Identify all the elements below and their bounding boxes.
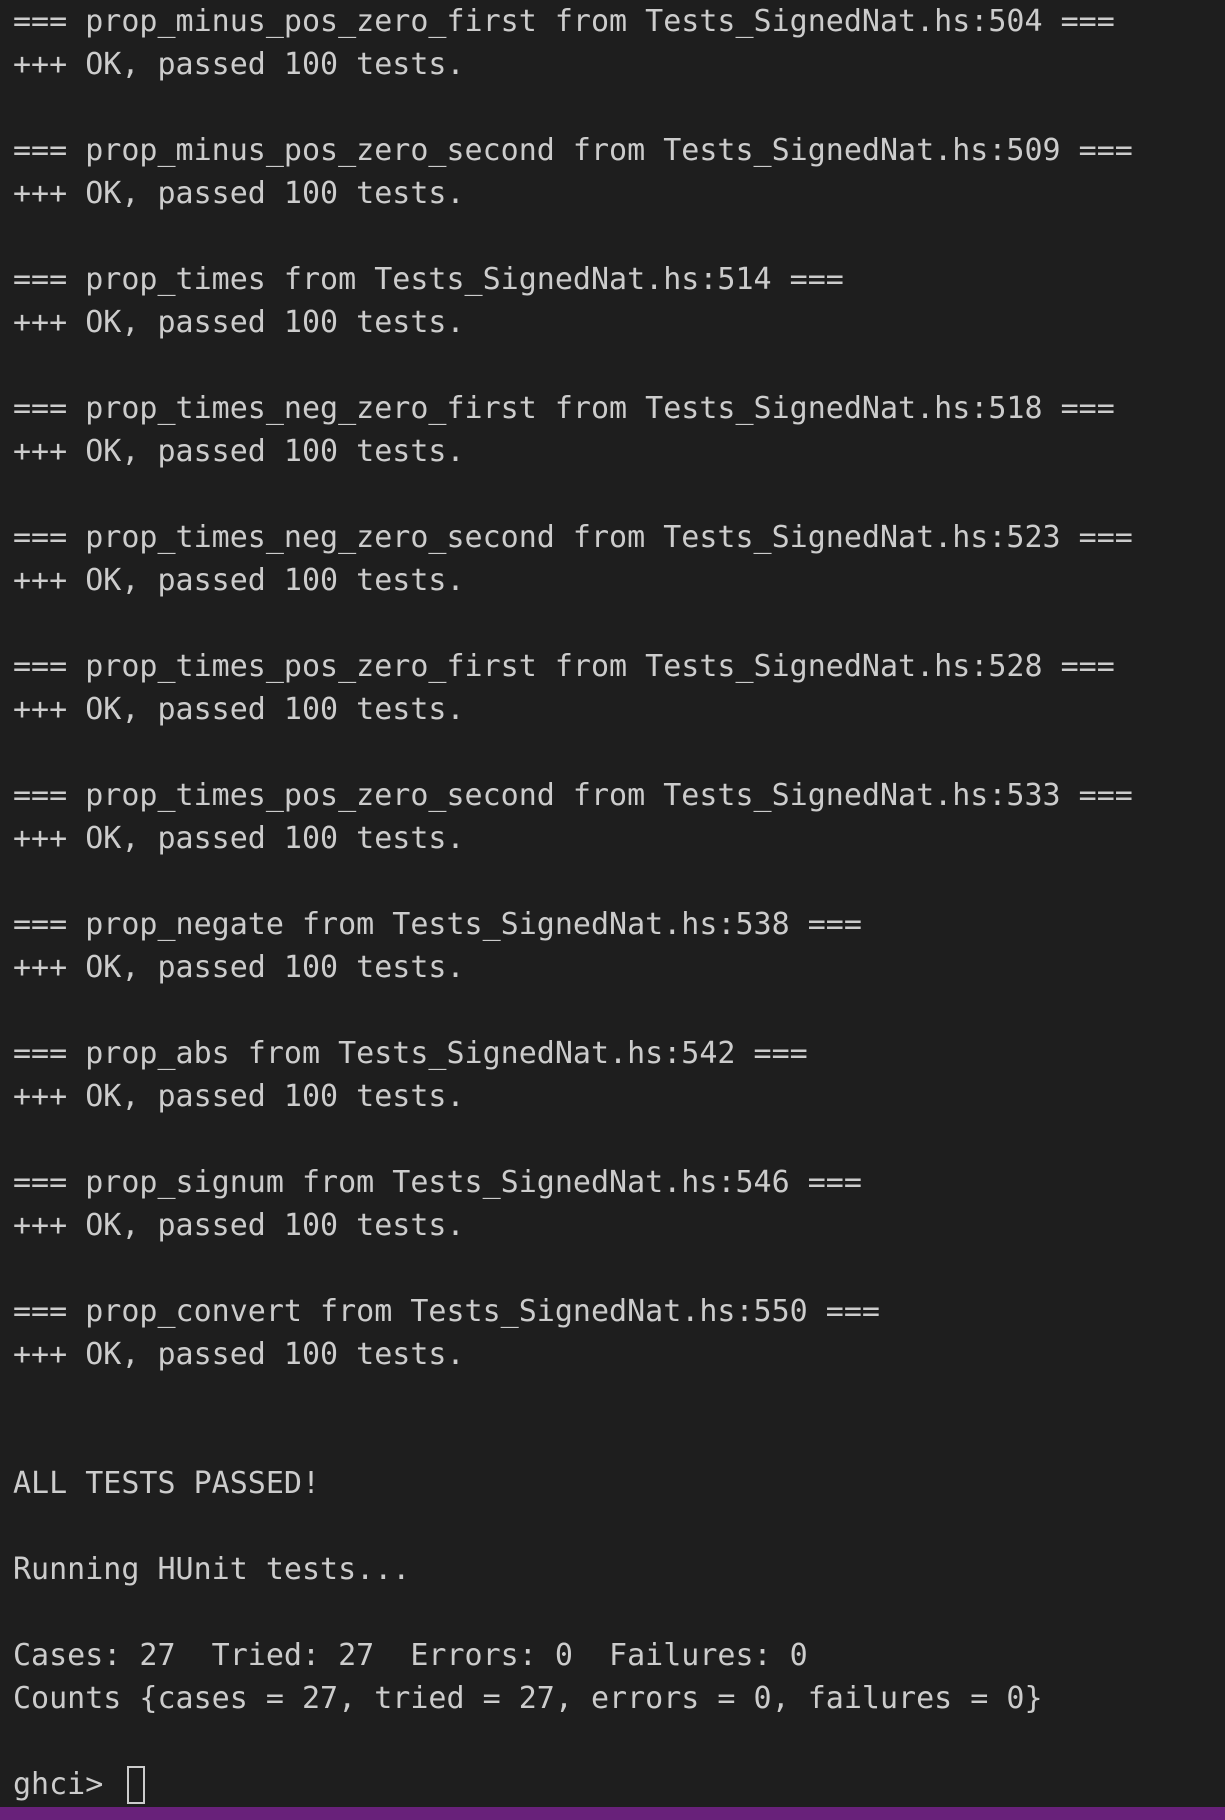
terminal-cursor[interactable] [127,1765,146,1804]
terminal-line: === prop_negate from Tests_SignedNat.hs:… [13,907,862,942]
terminal-line: === prop_convert from Tests_SignedNat.hs… [13,1294,880,1329]
terminal-panel[interactable]: === prop_minus_pos_zero_first from Tests… [0,0,1225,1807]
terminal-line: +++ OK, passed 100 tests. [13,176,465,211]
terminal-line: === prop_times_pos_zero_second from Test… [13,778,1133,813]
terminal-line: === prop_abs from Tests_SignedNat.hs:542… [13,1036,808,1071]
terminal-line: +++ OK, passed 100 tests. [13,821,465,856]
terminal-line: === prop_signum from Tests_SignedNat.hs:… [13,1165,862,1200]
terminal-line: === prop_minus_pos_zero_second from Test… [13,133,1133,168]
terminal-line: === prop_times_neg_zero_second from Test… [13,520,1133,555]
hunit-running-line: Running HUnit tests... [13,1552,411,1587]
hunit-summary-line: Cases: 27 Tried: 27 Errors: 0 Failures: … [13,1638,808,1673]
terminal-line: +++ OK, passed 100 tests. [13,1208,465,1243]
terminal-line: === prop_minus_pos_zero_first from Tests… [13,4,1115,39]
status-bar [0,1807,1225,1820]
terminal-line: +++ OK, passed 100 tests. [13,563,465,598]
terminal-line: +++ OK, passed 100 tests. [13,950,465,985]
all-tests-passed-line: ALL TESTS PASSED! [13,1466,321,1501]
hunit-counts-line: Counts {cases = 27, tried = 27, errors =… [13,1681,1043,1716]
terminal-line: +++ OK, passed 100 tests. [13,1079,465,1114]
terminal-line: +++ OK, passed 100 tests. [13,305,465,340]
terminal-line: +++ OK, passed 100 tests. [13,434,465,469]
ghci-prompt-line[interactable]: ghci> [13,1763,1225,1806]
terminal-line: +++ OK, passed 100 tests. [13,692,465,727]
ghci-prompt: ghci> [13,1767,122,1802]
terminal-line: +++ OK, passed 100 tests. [13,1337,465,1372]
terminal-line: +++ OK, passed 100 tests. [13,47,465,82]
terminal-output: === prop_minus_pos_zero_first from Tests… [13,0,1225,1806]
terminal-line: === prop_times from Tests_SignedNat.hs:5… [13,262,844,297]
terminal-line: === prop_times_pos_zero_first from Tests… [13,649,1115,684]
terminal-line: === prop_times_neg_zero_first from Tests… [13,391,1115,426]
